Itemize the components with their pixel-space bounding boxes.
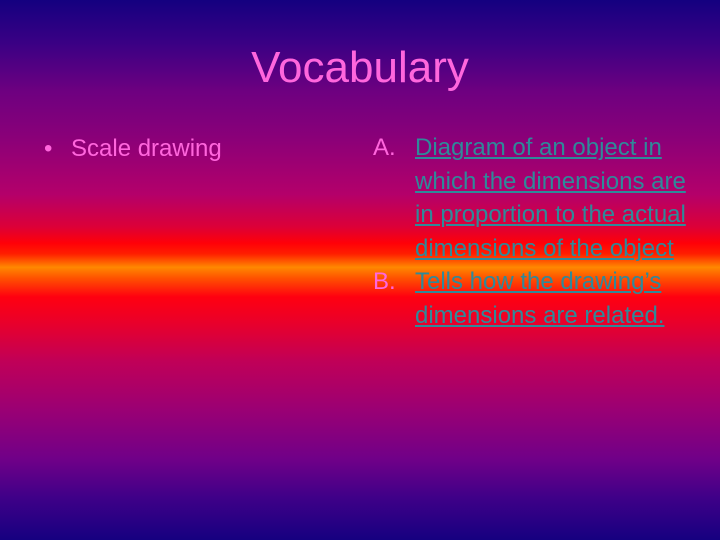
term-text: Scale drawing bbox=[71, 135, 222, 162]
definition-item-b: B. Tells how the drawing’s dimensions ar… bbox=[373, 265, 693, 332]
bullet-icon: • bbox=[44, 135, 53, 162]
definition-link-b[interactable]: Tells how the drawing’s dimensions are r… bbox=[415, 268, 664, 329]
term-list: • Scale drawing bbox=[44, 132, 222, 166]
definition-marker: B. bbox=[373, 268, 396, 296]
definition-item-a: A. Diagram of an object in which the dim… bbox=[373, 131, 693, 265]
slide: Vocabulary • Scale drawing A. Diagram of… bbox=[0, 0, 720, 540]
slide-title: Vocabulary bbox=[251, 43, 469, 92]
definition-list: A. Diagram of an object in which the dim… bbox=[373, 131, 693, 333]
definition-marker: A. bbox=[373, 134, 396, 161]
definition-link-a[interactable]: Diagram of an object in which the dimens… bbox=[415, 134, 686, 262]
